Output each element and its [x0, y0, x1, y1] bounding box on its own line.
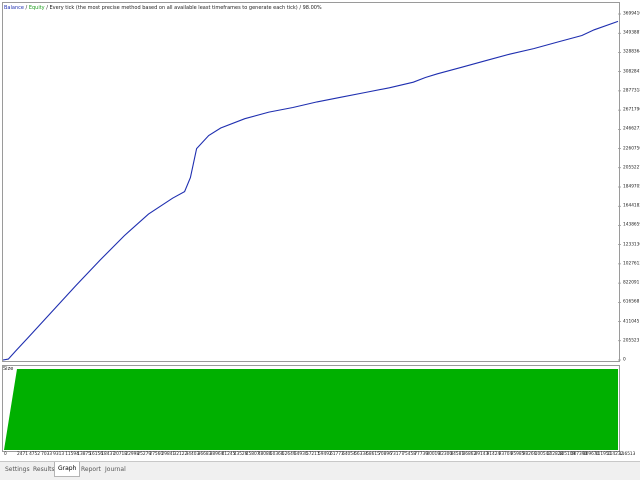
- test-description: / Every tick (the most precise method ba…: [44, 5, 322, 11]
- y-tick-label: 3493887: [623, 30, 640, 36]
- y-tick-label: 3699410: [623, 11, 640, 17]
- x-tick-label: 0: [4, 452, 7, 457]
- x-tick-label: 7033: [41, 452, 53, 457]
- y-tick-label: 3288364: [623, 49, 640, 55]
- x-tick-label: 116513: [619, 452, 636, 457]
- y-tick-label: 2260750: [623, 146, 640, 152]
- y-tick-label: 411045: [623, 319, 640, 325]
- x-tick-label: 2471: [17, 452, 28, 457]
- y-tick-label: 2877318: [623, 88, 640, 94]
- y-tick-label: 1849705: [623, 184, 640, 190]
- y-tick-label: 1438659: [623, 222, 640, 228]
- y-tick-label: 1644182: [623, 203, 640, 209]
- y-tick-label: 1027613: [623, 261, 640, 267]
- x-tick-label: 4752: [29, 452, 41, 457]
- tab-settings[interactable]: Settings: [2, 464, 33, 476]
- y-tick-label: 0: [623, 357, 626, 363]
- y-tick-label: 2466273: [623, 126, 640, 132]
- y-axis-labels: 3699410 3493887 3288364 3082841 2877318 26717…: [622, 0, 640, 365]
- size-area: [4, 369, 618, 450]
- strategy-tester-graph: Balance / Equity / Every tick (the most …: [0, 0, 640, 480]
- balance-legend-label: Balance: [4, 5, 24, 11]
- equity-legend-label: Equity: [28, 5, 45, 11]
- y-tick-label: 822091: [623, 280, 640, 286]
- y-tick-label: 1233136: [623, 242, 640, 248]
- size-panel: [2, 365, 620, 452]
- tab-journal[interactable]: Journal: [102, 464, 129, 476]
- y-tick-label: 3082841: [623, 69, 640, 75]
- size-panel-label: Size: [3, 366, 14, 372]
- chart-header: Balance / Equity / Every tick (the most …: [4, 5, 322, 11]
- y-tick-label: 2055227: [623, 165, 640, 171]
- tab-report[interactable]: Report: [78, 464, 104, 476]
- y-tick-label: 2671796: [623, 107, 640, 113]
- tab-graph[interactable]: Graph: [54, 462, 81, 477]
- y-tick-label: 616568: [623, 299, 640, 305]
- size-canvas: [4, 369, 618, 450]
- tab-bar: Settings Results Graph Report Journal: [0, 461, 640, 480]
- y-tick-label: 205523: [623, 338, 640, 344]
- plot-area-border: [2, 2, 620, 362]
- x-axis-labels: 0 2471 4752 7033 9313 11594 13875 16156 18437 207…: [0, 452, 640, 460]
- x-tick-label: 9313: [53, 452, 65, 457]
